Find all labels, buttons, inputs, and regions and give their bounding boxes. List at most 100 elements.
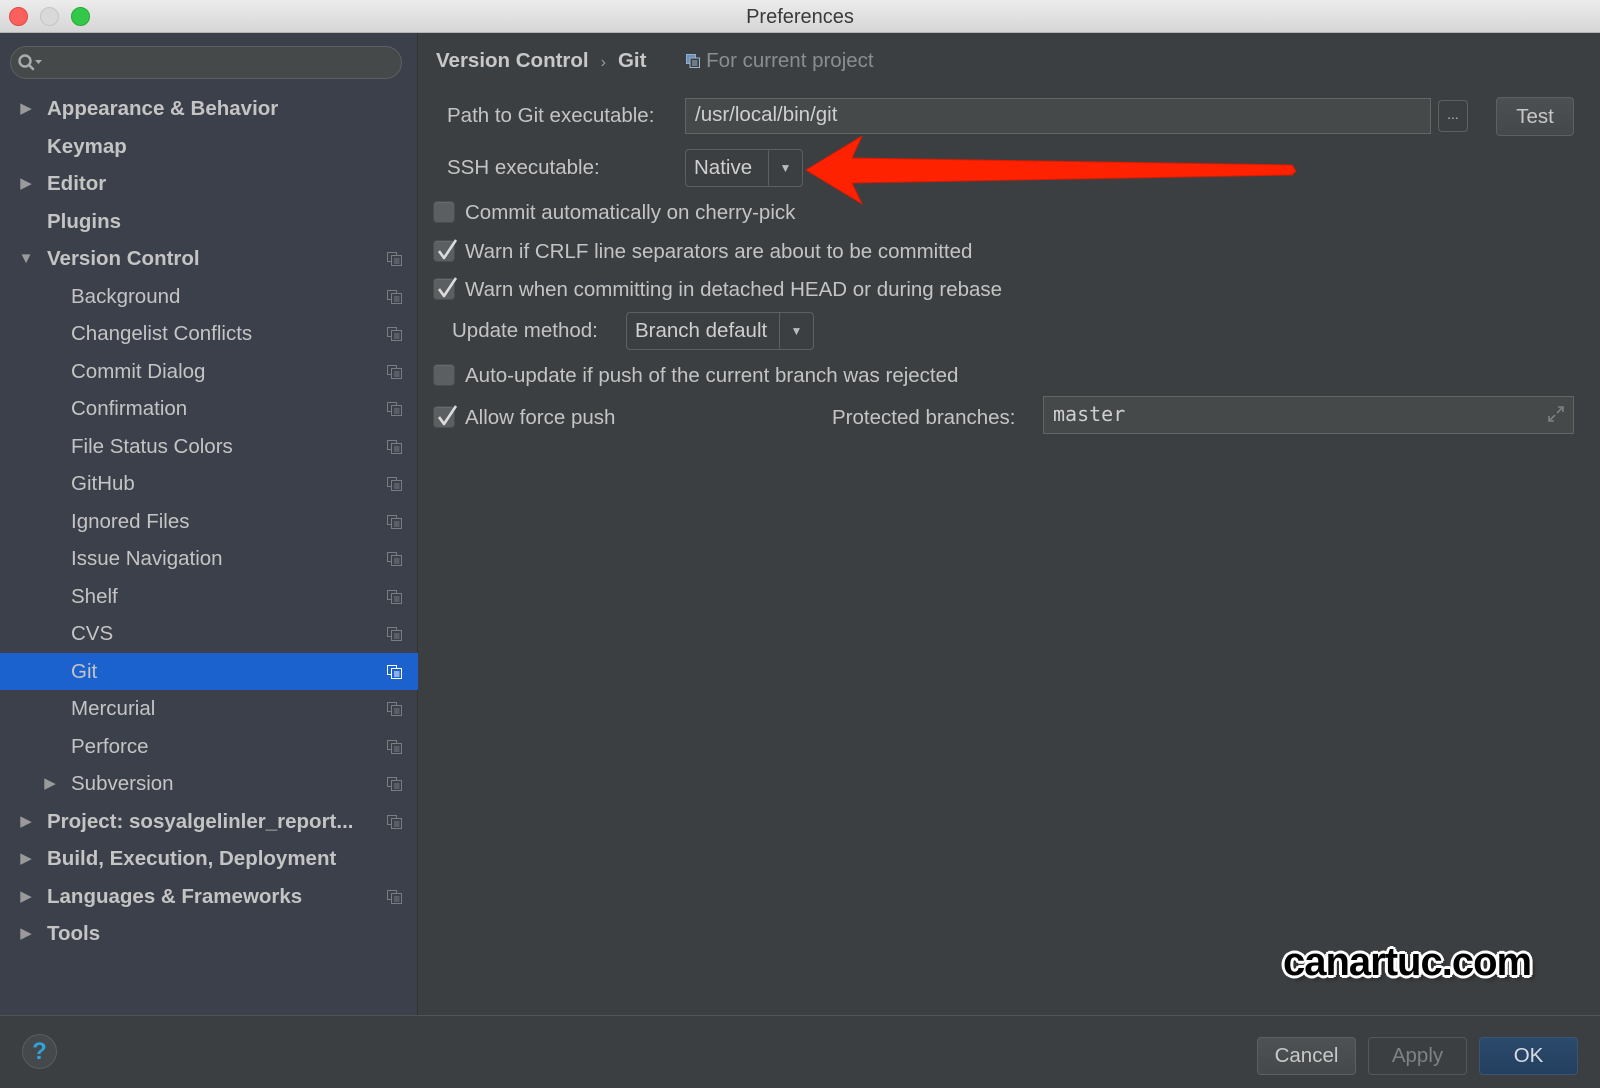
scope-label: For current project <box>706 49 874 72</box>
expand-icon[interactable] <box>1547 405 1565 423</box>
sidebar-item-label: Version Control <box>47 247 200 270</box>
browse-button[interactable]: ... <box>1438 100 1468 132</box>
sidebar-item-label: File Status Colors <box>71 434 233 458</box>
sidebar-item-version-control[interactable]: ▼ Version Control <box>0 240 418 278</box>
sidebar-item-label: CVS <box>71 622 114 645</box>
protected-branches-value: master <box>1053 402 1126 426</box>
sidebar-item-file-status-colors[interactable]: File Status Colors <box>0 428 418 466</box>
collapsed-arrow-icon[interactable]: ▶ <box>42 765 58 803</box>
checkmark-icon <box>437 239 458 260</box>
update-method-label: Update method: <box>452 319 598 342</box>
test-button[interactable]: Test <box>1496 97 1574 136</box>
sidebar-item-label: Commit Dialog <box>71 359 206 383</box>
sidebar-item-background[interactable]: Background <box>0 278 418 316</box>
git-path-label: Path to Git executable: <box>447 104 655 127</box>
sidebar-item-cvs[interactable]: CVS <box>0 615 418 653</box>
settings-sidebar: ▶ Appearance & Behavior Keymap ▶ Editor Plugi… <box>0 33 418 1015</box>
sidebar-item-commit-dialog[interactable]: Commit Dialog <box>0 353 418 391</box>
project-level-icon <box>387 739 402 754</box>
sidebar-item-languages-frameworks[interactable]: ▶ Languages & Frameworks <box>0 878 418 916</box>
protected-branches-field[interactable]: master <box>1043 396 1574 434</box>
cancel-button[interactable]: Cancel <box>1257 1037 1356 1075</box>
sidebar-item-editor[interactable]: ▶ Editor <box>0 165 418 203</box>
sidebar-item-label: Languages & Frameworks <box>47 884 303 908</box>
breadcrumb: Version Control › Git For current project <box>436 49 874 73</box>
project-level-icon <box>387 402 402 416</box>
sidebar-item-label: Keymap <box>47 134 127 158</box>
collapsed-arrow-icon[interactable]: ▶ <box>18 803 34 841</box>
project-level-icon <box>387 627 402 641</box>
checkbox-box[interactable] <box>433 277 458 300</box>
sidebar-item-appearance-behavior[interactable]: ▶ Appearance & Behavior <box>0 90 418 128</box>
checkbox-box[interactable] <box>433 201 455 223</box>
sidebar-item-label: Shelf <box>71 584 118 608</box>
sidebar-item-shelf[interactable]: Shelf <box>0 578 418 616</box>
project-level-icon <box>387 814 402 829</box>
update-method-select[interactable]: Branch default ▼ <box>626 312 814 350</box>
git-path-field[interactable]: /usr/local/bin/git <box>685 98 1431 134</box>
window-title: Preferences <box>746 6 854 28</box>
sidebar-item-confirmation[interactable]: Confirmation <box>0 390 418 428</box>
sidebar-item-plugins[interactable]: Plugins <box>0 203 418 241</box>
project-level-icon <box>387 289 402 304</box>
project-level-icon <box>387 552 402 566</box>
sidebar-item-ignored-files[interactable]: Ignored Files <box>0 503 418 541</box>
project-level-icon <box>387 439 402 454</box>
title-bar: Preferences <box>0 0 1600 33</box>
breadcrumb-separator: › <box>600 54 606 71</box>
sidebar-item-changelist-conflicts[interactable]: Changelist Conflicts <box>0 315 418 353</box>
project-level-icon <box>387 589 402 604</box>
sidebar-item-build-execution-deployment[interactable]: ▶ Build, Execution, Deployment <box>0 840 418 878</box>
sidebar-item-label: Background <box>71 284 181 308</box>
sidebar-item-tools[interactable]: ▶ Tools <box>0 915 418 953</box>
checkbox-label: Warn when committing in detached HEAD or… <box>465 278 1003 301</box>
collapsed-arrow-icon[interactable]: ▶ <box>18 915 34 953</box>
checkmark-icon <box>437 405 458 426</box>
sidebar-item-github[interactable]: GitHub <box>0 465 418 503</box>
project-scope-icon <box>686 54 701 68</box>
sidebar-item-mercurial[interactable]: Mercurial <box>0 690 418 728</box>
sidebar-item-label: Changelist Conflicts <box>71 322 253 345</box>
ssh-executable-select[interactable]: Native ▼ <box>685 149 803 187</box>
settings-search-input[interactable] <box>10 46 402 79</box>
sidebar-item-label: Project: sosyalgelinler_report... <box>47 809 354 833</box>
checkbox-box[interactable] <box>433 239 458 262</box>
expanded-arrow-icon[interactable]: ▼ <box>18 240 34 278</box>
checkmark-icon <box>437 277 458 298</box>
sidebar-item-label: Mercurial <box>71 697 156 720</box>
chevron-down-icon: ▼ <box>779 313 813 349</box>
sidebar-item-label: Issue Navigation <box>71 547 223 570</box>
project-level-icon <box>387 364 402 379</box>
apply-button[interactable]: Apply <box>1368 1037 1467 1075</box>
collapsed-arrow-icon[interactable]: ▶ <box>18 878 34 916</box>
project-level-icon <box>387 702 402 716</box>
project-level-icon <box>387 514 402 529</box>
sidebar-item-label: Appearance & Behavior <box>47 97 279 120</box>
sidebar-item-subversion[interactable]: ▶ Subversion <box>0 765 418 803</box>
sidebar-item-keymap[interactable]: Keymap <box>0 128 418 166</box>
sidebar-item-issue-navigation[interactable]: Issue Navigation <box>0 540 418 578</box>
sidebar-item-git[interactable]: Git <box>0 652 418 690</box>
sidebar-item-label: Subversion <box>71 772 174 795</box>
protected-branches-label: Protected branches: <box>832 406 1016 429</box>
ok-button[interactable]: OK <box>1479 1037 1578 1075</box>
breadcrumb-parent[interactable]: Version Control <box>436 49 589 72</box>
sidebar-item-project-sosyalgelinler-report[interactable]: ▶ Project: sosyalgelinler_report... <box>0 803 418 841</box>
checkbox-box[interactable] <box>433 364 455 386</box>
sidebar-item-perforce[interactable]: Perforce <box>0 728 418 766</box>
checkbox-box[interactable] <box>433 405 458 428</box>
sidebar-item-label: Perforce <box>71 734 149 758</box>
collapsed-arrow-icon[interactable]: ▶ <box>18 90 34 128</box>
sidebar-item-label: Build, Execution, Deployment <box>47 847 337 870</box>
update-method-value: Branch default <box>635 319 768 342</box>
sidebar-item-label: Plugins <box>47 209 122 233</box>
dialog-footer: ? Cancel Apply OK <box>0 1015 1600 1088</box>
collapsed-arrow-icon[interactable]: ▶ <box>18 165 34 203</box>
collapsed-arrow-icon[interactable]: ▶ <box>18 840 34 878</box>
annotation-arrow <box>805 136 1297 206</box>
help-button[interactable]: ? <box>22 1034 57 1069</box>
watermark: canartuc.com <box>1283 940 1532 984</box>
project-level-icon <box>387 477 402 491</box>
checkbox-label: Commit automatically on cherry-pick <box>465 201 796 224</box>
ssh-executable-label: SSH executable: <box>447 156 600 179</box>
